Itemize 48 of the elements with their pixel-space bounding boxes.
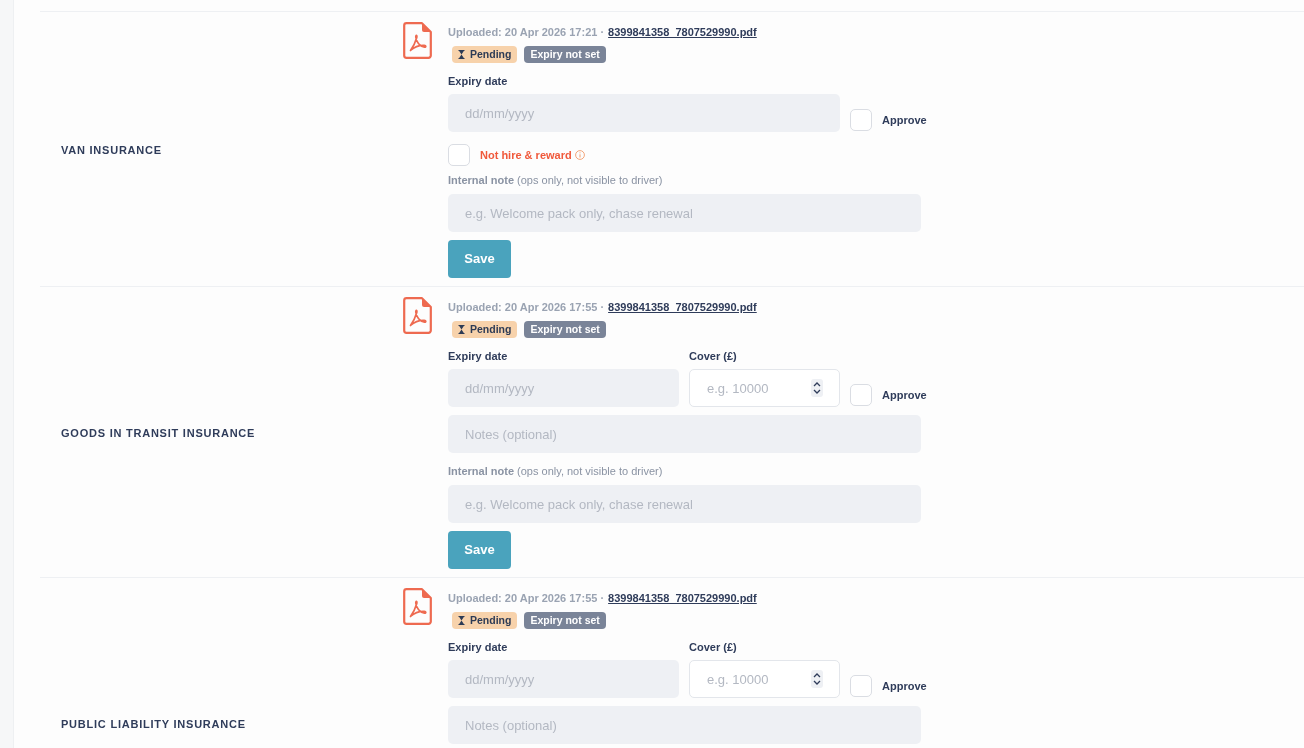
field-label: Cover (£) — [689, 349, 737, 364]
upload-info: Uploaded: 20 Apr 2026 17:21 · — [448, 24, 605, 40]
hourglass-icon — [458, 50, 465, 59]
expiry-date-input[interactable]: dd/mm/yyyy — [448, 94, 840, 132]
file-link[interactable]: 8399841358_7807529990.pdf — [608, 589, 757, 607]
pdf-file-icon — [403, 297, 432, 334]
expiry-tag: Expiry not set — [524, 321, 606, 338]
cover-input[interactable]: e.g. 10000 — [689, 369, 840, 407]
info-icon — [574, 150, 585, 160]
expiry-tag: Expiry not set — [524, 46, 606, 63]
approve-label: Approve — [882, 112, 927, 128]
notes-input[interactable]: Notes (optional) — [448, 415, 921, 453]
internal-note-label: Internal note (ops only, not visible to driver) — [448, 464, 663, 479]
upload-info: Uploaded: 20 Apr 2026 17:55 · — [448, 590, 605, 606]
approve-label: Approve — [882, 387, 927, 403]
field-label: Expiry date — [448, 74, 508, 89]
hire-reward-label: Not hire & reward — [480, 147, 572, 163]
approve-checkbox[interactable] — [850, 675, 872, 697]
approve-label: Approve — [882, 678, 927, 694]
section-title: GOODS IN TRANSIT INSURANCE — [61, 427, 256, 439]
expiry-date-input[interactable]: dd/mm/yyyy — [448, 369, 679, 407]
stepper-icon[interactable] — [811, 670, 823, 688]
cover-input[interactable]: e.g. 10000 — [689, 660, 840, 698]
internal-note-input[interactable]: e.g. Welcome pack only, chase renewal — [448, 485, 921, 523]
section-title: PUBLIC LIABILITY INSURANCE — [61, 718, 246, 730]
notes-input[interactable]: Notes (optional) — [448, 706, 921, 744]
field-label: Expiry date — [448, 640, 508, 655]
section-title: VAN INSURANCE — [61, 144, 162, 156]
upload-info: Uploaded: 20 Apr 2026 17:55 · — [448, 299, 605, 315]
field-label: Cover (£) — [689, 640, 737, 655]
hourglass-icon — [458, 616, 465, 625]
internal-note-input[interactable]: e.g. Welcome pack only, chase renewal — [448, 194, 921, 232]
stepper-icon[interactable] — [811, 379, 823, 397]
file-link[interactable]: 8399841358_7807529990.pdf — [608, 298, 757, 316]
expiry-tag: Expiry not set — [524, 612, 606, 629]
internal-note-label: Internal note (ops only, not visible to driver) — [448, 173, 663, 188]
hourglass-icon — [458, 325, 465, 334]
approve-checkbox[interactable] — [850, 109, 872, 131]
status-text: Pending — [470, 324, 512, 335]
file-link[interactable]: 8399841358_7807529990.pdf — [608, 23, 757, 41]
pdf-file-icon — [403, 588, 432, 625]
pdf-file-icon — [403, 22, 432, 59]
approve-checkbox[interactable] — [850, 384, 872, 406]
hire-reward-checkbox[interactable] — [448, 144, 470, 166]
status-text: Pending — [470, 49, 512, 60]
expiry-date-input[interactable]: dd/mm/yyyy — [448, 660, 679, 698]
field-label: Expiry date — [448, 349, 508, 364]
status-text: Pending — [470, 615, 512, 626]
